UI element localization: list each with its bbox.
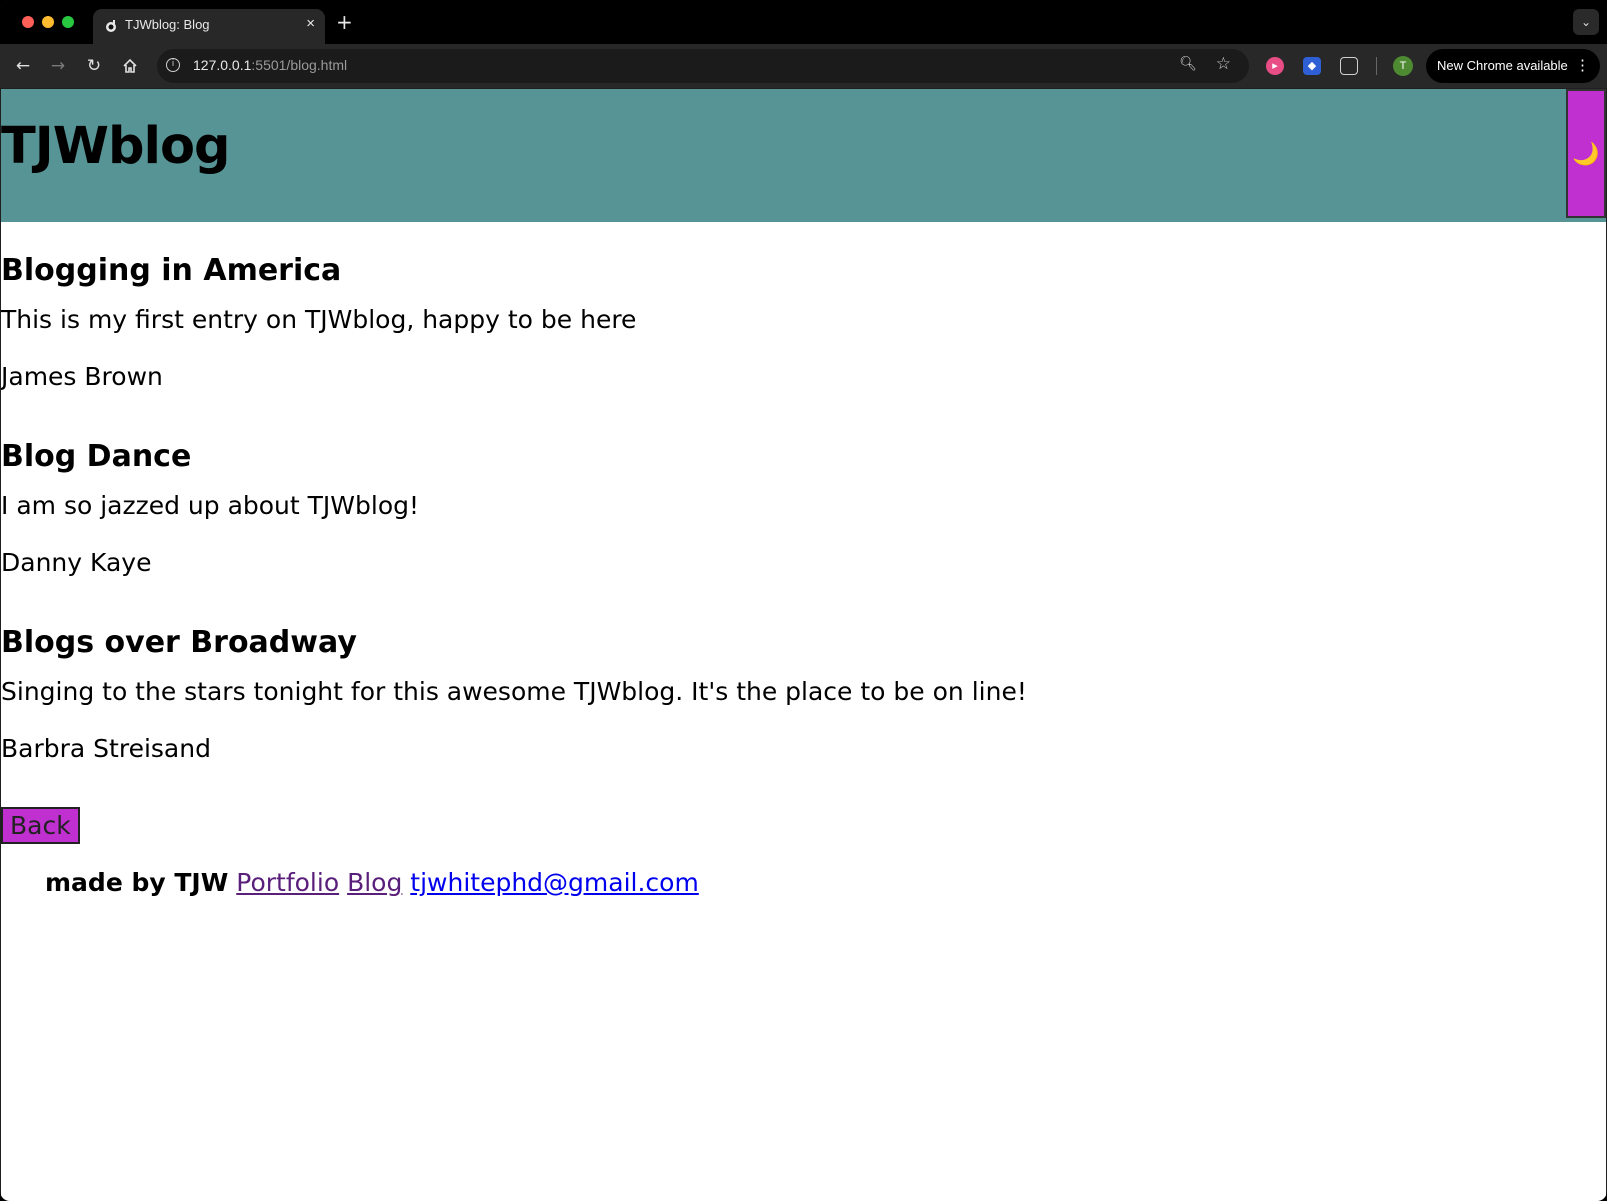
post-body: Singing to the stars tonight for this aw… — [1, 677, 1027, 706]
post-body: I am so jazzed up about TJWblog! — [1, 491, 420, 520]
blog-link[interactable]: Blog — [347, 868, 402, 897]
browser-toolbar: ← → ↻ i 127.0.0.1:5501/blog.html 🔍︎ ☆ ▸ … — [0, 44, 1607, 88]
home-icon — [123, 58, 137, 73]
site-favicon-icon — [106, 20, 116, 32]
post-title: Blogging in America — [1, 253, 342, 288]
chevron-down-icon: ⌄ — [1580, 15, 1592, 29]
profile-avatar[interactable]: T — [1393, 56, 1413, 76]
update-label: New Chrome available — [1437, 58, 1568, 73]
address-bar[interactable]: i 127.0.0.1:5501/blog.html 🔍︎ ☆ — [157, 49, 1249, 83]
email-link[interactable]: tjwhitephd@gmail.com — [410, 868, 699, 897]
footer-credit: made by TJW — [45, 868, 229, 897]
tab-search-button[interactable]: ⌄ — [1573, 9, 1599, 35]
post-title: Blogs over Broadway — [1, 625, 357, 660]
arrow-right-icon: → — [50, 56, 66, 76]
site-title: TJWblog — [1, 117, 231, 176]
bookmark-star-icon[interactable]: ☆ — [1216, 54, 1231, 74]
site-info-icon[interactable]: i — [166, 58, 180, 72]
theme-toggle-button[interactable]: 🌙 — [1566, 89, 1606, 218]
back-button[interactable]: Back — [1, 807, 80, 844]
tab-blog[interactable]: TJWblog: Blog × — [93, 9, 325, 44]
post-title: Blog Dance — [1, 439, 192, 474]
minimize-window-button[interactable] — [42, 16, 54, 28]
post-author: Danny Kaye — [1, 548, 152, 577]
blog-post: Blogs over Broadway Singing to the stars… — [1, 625, 1201, 763]
new-tab-button[interactable]: + — [336, 10, 353, 34]
new-chrome-available-button[interactable]: New Chrome available ⋮ — [1426, 49, 1600, 83]
blog-post: Blogging in America This is my first ent… — [1, 253, 1201, 391]
blog-post: Blog Dance I am so jazzed up about TJWbl… — [1, 439, 1201, 577]
reload-icon: ↻ — [86, 56, 102, 76]
close-window-button[interactable] — [22, 16, 34, 28]
reload-button[interactable]: ↻ — [82, 54, 106, 78]
back-nav-button[interactable]: ← — [11, 54, 35, 78]
toolbar-divider — [1376, 57, 1377, 75]
page-viewport: TJWblog 🌙 Blogging in America This is my… — [1, 89, 1606, 1201]
post-author: James Brown — [1, 362, 163, 391]
url-text: 127.0.0.1:5501/blog.html — [193, 57, 348, 73]
maximize-window-button[interactable] — [62, 16, 74, 28]
browser-window: TJWblog: Blog × + ⌄ ← → ↻ i 127.0.0.1:55… — [0, 0, 1607, 1201]
tab-strip: TJWblog: Blog × + ⌄ — [0, 0, 1607, 44]
moon-icon: 🌙 — [1572, 141, 1600, 166]
kebab-menu-icon: ⋮ — [1575, 57, 1590, 74]
portfolio-link[interactable]: Portfolio — [236, 868, 339, 897]
shield-extension-icon[interactable]: ◆ — [1303, 57, 1321, 75]
forward-nav-button[interactable]: → — [46, 54, 70, 78]
zoom-icon[interactable]: 🔍︎ — [1179, 56, 1197, 72]
home-button[interactable] — [118, 54, 142, 78]
tab-title: TJWblog: Blog — [125, 17, 210, 32]
extension-icon[interactable]: ▸ — [1266, 57, 1284, 75]
post-author: Barbra Streisand — [1, 734, 211, 763]
tab-close-icon[interactable]: × — [306, 15, 315, 32]
site-header: TJWblog 🌙 — [1, 89, 1606, 222]
extensions-puzzle-icon[interactable] — [1340, 57, 1358, 75]
site-footer: made by TJW Portfolio Blog tjwhitephd@gm… — [45, 868, 699, 897]
arrow-left-icon: ← — [15, 56, 31, 76]
post-body: This is my first entry on TJWblog, happy… — [1, 305, 637, 334]
